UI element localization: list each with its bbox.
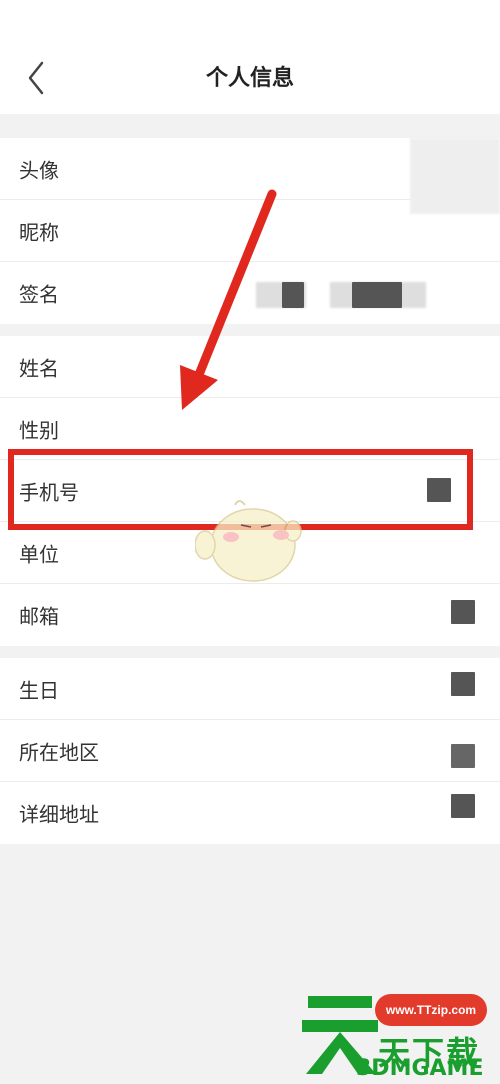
- row-label: 签名: [19, 282, 59, 307]
- region-value-redacted: [451, 744, 475, 768]
- row-region[interactable]: 所在地区: [0, 720, 500, 782]
- email-value-redacted: [451, 600, 475, 624]
- row-email[interactable]: 邮箱: [0, 584, 500, 646]
- row-label: 邮箱: [19, 604, 59, 629]
- watermark-url: www.TTzip.com: [375, 994, 487, 1026]
- row-label: 头像: [19, 158, 59, 182]
- row-gender[interactable]: 性别: [0, 398, 500, 460]
- row-label: 昵称: [19, 220, 59, 244]
- row-label: 姓名: [19, 356, 59, 380]
- row-label: 所在地区: [19, 740, 99, 764]
- row-avatar[interactable]: 头像: [0, 138, 500, 214]
- phone-value-redacted: [427, 478, 451, 502]
- row-signature[interactable]: 签名: [0, 262, 500, 324]
- birthday-value-redacted: [451, 672, 475, 696]
- row-label: 详细地址: [19, 802, 99, 827]
- row-label: 生日: [19, 678, 59, 702]
- settings-section-address: 生日 所在地区 详细地址: [0, 658, 500, 844]
- row-name[interactable]: 姓名: [0, 336, 500, 398]
- row-nickname[interactable]: 昵称: [0, 200, 500, 262]
- row-address[interactable]: 详细地址: [0, 782, 500, 844]
- page-title: 个人信息: [205, 66, 294, 91]
- address-value-redacted: [451, 794, 475, 818]
- row-label: 单位: [19, 542, 59, 566]
- signature-value-redacted: [282, 282, 304, 308]
- row-label: 性别: [19, 418, 59, 442]
- settings-section-profile: 头像 昵称 签名: [0, 138, 500, 324]
- signature-value-redacted: [352, 282, 402, 308]
- row-birthday[interactable]: 生日: [0, 658, 500, 720]
- settings-section-personal: 姓名 性别 手机号 单位 邮箱: [0, 336, 500, 646]
- top-nav-bar: 个人信息: [0, 0, 500, 114]
- row-label: 手机号: [19, 480, 79, 504]
- row-phone[interactable]: 手机号: [0, 460, 500, 522]
- row-company[interactable]: 单位: [0, 522, 500, 584]
- watermark-brand: 3DMGAME: [356, 1056, 484, 1081]
